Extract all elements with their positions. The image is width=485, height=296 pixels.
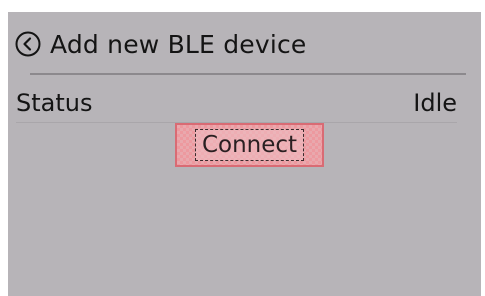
status-value: Idle bbox=[413, 89, 457, 117]
device-screen: Add new BLE device Status Idle Connect bbox=[8, 12, 481, 296]
page-title: Add new BLE device bbox=[50, 29, 307, 59]
header-divider bbox=[30, 73, 466, 75]
connect-button[interactable]: Connect bbox=[175, 123, 324, 167]
connect-button-label: Connect bbox=[194, 129, 305, 161]
status-label: Status bbox=[16, 89, 93, 117]
header: Add new BLE device bbox=[14, 26, 307, 62]
status-row: Status Idle bbox=[16, 85, 457, 121]
back-icon[interactable] bbox=[14, 30, 42, 58]
